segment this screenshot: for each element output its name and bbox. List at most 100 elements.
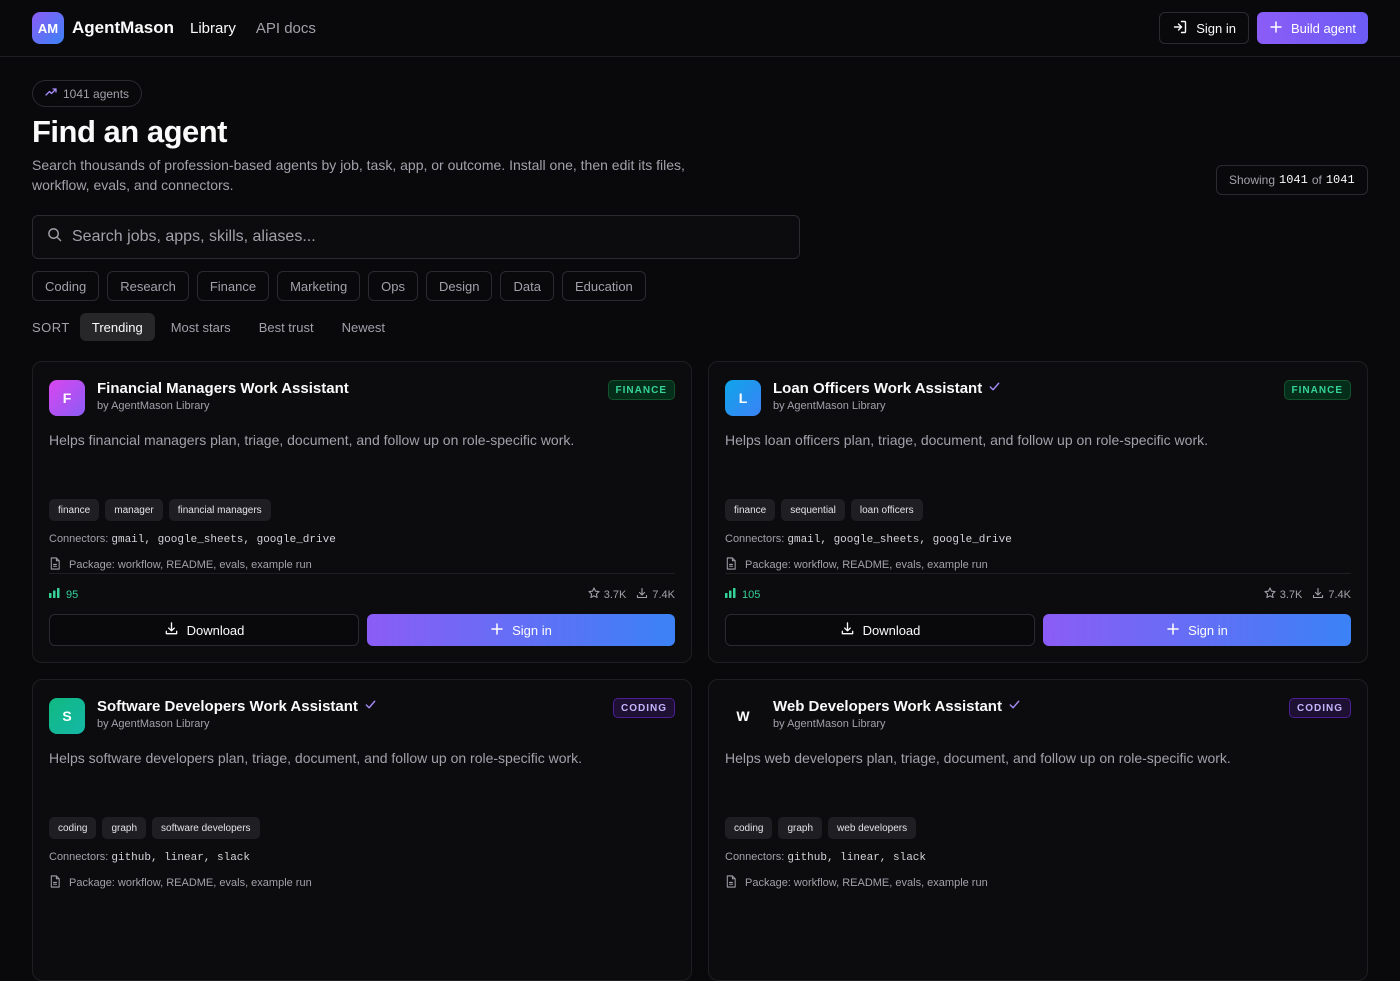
category-coding[interactable]: Coding — [32, 271, 100, 301]
showing-count-value: 1041 — [1279, 173, 1308, 187]
tag[interactable]: graph — [778, 817, 823, 839]
category-education[interactable]: Education — [561, 271, 646, 301]
card-signin-button[interactable]: Sign in — [367, 614, 675, 646]
agent-connectors: Connectors: gmail, google_sheets, google… — [49, 533, 336, 546]
sort-best-trust[interactable]: Best trust — [247, 313, 326, 341]
sort-newest[interactable]: Newest — [330, 313, 397, 341]
tag[interactable]: manager — [105, 499, 163, 521]
connectors-list: github, linear, slack — [111, 852, 250, 864]
download-button[interactable]: Download — [725, 614, 1035, 646]
tag[interactable]: coding — [725, 817, 773, 839]
category-badge: CODING — [1289, 698, 1351, 718]
agent-card[interactable]: S Software Developers Work Assistant by … — [32, 679, 692, 981]
category-badge: CODING — [613, 698, 675, 718]
agent-avatar: S — [49, 698, 85, 734]
agent-connectors: Connectors: gmail, google_sheets, google… — [725, 533, 1012, 546]
agent-description: Helps financial managers plan, triage, d… — [49, 432, 575, 448]
agent-author: by AgentMason Library — [773, 718, 886, 730]
card-signin-label: Sign in — [512, 622, 552, 638]
tag[interactable]: financial managers — [168, 499, 271, 521]
build-agent-label: Build agent — [1290, 20, 1356, 36]
package-text: Package: workflow, README, evals, exampl… — [69, 877, 312, 889]
tag[interactable]: finance — [725, 499, 776, 521]
agent-title[interactable]: Loan Officers Work Assistant — [773, 380, 1001, 397]
downloads-value: 7.4K — [652, 588, 675, 601]
agent-package: Package: workflow, README, evals, exampl… — [725, 557, 988, 573]
tag[interactable]: coding — [49, 817, 97, 839]
showing-of: of — [1311, 173, 1322, 187]
top-navbar: AM AgentMason Library API docs Sign in B… — [0, 0, 1400, 57]
plus-icon — [1166, 622, 1180, 639]
nav-library[interactable]: Library — [190, 20, 236, 37]
agent-card[interactable]: W Web Developers Work Assistant by Agent… — [708, 679, 1368, 981]
verified-check-icon — [1008, 698, 1021, 715]
agent-count-pill: 1041 agents — [32, 80, 143, 107]
category-ops[interactable]: Ops — [368, 271, 419, 301]
category-research[interactable]: Research — [107, 271, 189, 301]
nav-api-docs[interactable]: API docs — [256, 20, 316, 37]
downloads-value: 7.4K — [1328, 588, 1351, 601]
tag[interactable]: sequential — [781, 499, 845, 521]
agent-stats: 95 3.7K 7.4K — [49, 587, 675, 602]
card-divider — [49, 573, 675, 574]
download-small-icon — [636, 587, 648, 602]
sort-row: SORT Trending Most stars Best trust Newe… — [32, 313, 397, 341]
connectors-list: gmail, google_sheets, google_drive — [787, 534, 1012, 546]
stars-value: 3.7K — [603, 588, 627, 601]
card-actions: Download Sign in — [49, 614, 675, 646]
agent-title-text: Loan Officers Work Assistant — [773, 380, 983, 397]
search-input[interactable] — [72, 228, 785, 246]
agent-avatar: L — [725, 380, 761, 416]
sort-most-stars[interactable]: Most stars — [159, 313, 243, 341]
agent-title[interactable]: Web Developers Work Assistant — [773, 698, 1021, 715]
agent-card[interactable]: F Financial Managers Work Assistant by A… — [32, 361, 692, 663]
category-finance[interactable]: Finance — [196, 271, 270, 301]
download-button[interactable]: Download — [49, 614, 359, 646]
showing-count: Showing 1041 of 1041 — [1216, 165, 1368, 195]
tag[interactable]: software developers — [152, 817, 260, 839]
header-signin-label: Sign in — [1196, 20, 1236, 36]
tag[interactable]: loan officers — [850, 499, 923, 521]
tag[interactable]: graph — [102, 817, 147, 839]
downloads-count: 7.4K — [1312, 587, 1351, 602]
download-label: Download — [186, 622, 245, 638]
download-icon — [840, 621, 855, 639]
sort-trending[interactable]: Trending — [79, 313, 155, 341]
logo-badge[interactable]: AM — [32, 12, 64, 44]
brand-name[interactable]: AgentMason — [72, 18, 174, 38]
file-icon — [49, 557, 61, 573]
agent-title[interactable]: Financial Managers Work Assistant — [97, 380, 349, 397]
connectors-label: Connectors: — [725, 533, 785, 545]
trust-score: 105 — [725, 588, 760, 601]
package-text: Package: workflow, README, evals, exampl… — [745, 877, 988, 889]
tag[interactable]: finance — [49, 499, 100, 521]
agent-title-text: Financial Managers Work Assistant — [97, 380, 349, 397]
verified-check-icon — [364, 698, 377, 715]
header-signin-button[interactable]: Sign in — [1159, 12, 1249, 44]
category-marketing[interactable]: Marketing — [277, 271, 361, 301]
card-signin-button[interactable]: Sign in — [1043, 614, 1351, 646]
showing-prefix: Showing — [1229, 173, 1276, 187]
agent-description: Helps software developers plan, triage, … — [49, 750, 583, 766]
stars-count: 3.7K — [588, 587, 627, 602]
connectors-label: Connectors: — [49, 851, 109, 863]
signin-icon — [1172, 19, 1188, 38]
category-design[interactable]: Design — [426, 271, 493, 301]
agent-author: by AgentMason Library — [773, 400, 886, 412]
page-title: Find an agent — [32, 114, 228, 149]
trending-icon — [45, 86, 57, 101]
agent-title[interactable]: Software Developers Work Assistant — [97, 698, 377, 715]
agent-tags: finance sequential loan officers — [725, 499, 923, 521]
bar-chart-icon — [725, 588, 737, 601]
search-bar — [32, 215, 800, 259]
build-agent-button[interactable]: Build agent — [1256, 12, 1368, 44]
category-filters: Coding Research Finance Marketing Ops De… — [32, 271, 646, 301]
agent-title-text: Software Developers Work Assistant — [97, 698, 358, 715]
card-actions: Download Sign in — [725, 614, 1351, 646]
category-data[interactable]: Data — [500, 271, 554, 301]
agent-connectors: Connectors: github, linear, slack — [725, 851, 926, 864]
trust-score-value: 95 — [66, 588, 79, 601]
page-subtitle: Search thousands of profession-based age… — [32, 157, 685, 193]
agent-card[interactable]: L Loan Officers Work Assistant by AgentM… — [708, 361, 1368, 663]
tag[interactable]: web developers — [828, 817, 917, 839]
